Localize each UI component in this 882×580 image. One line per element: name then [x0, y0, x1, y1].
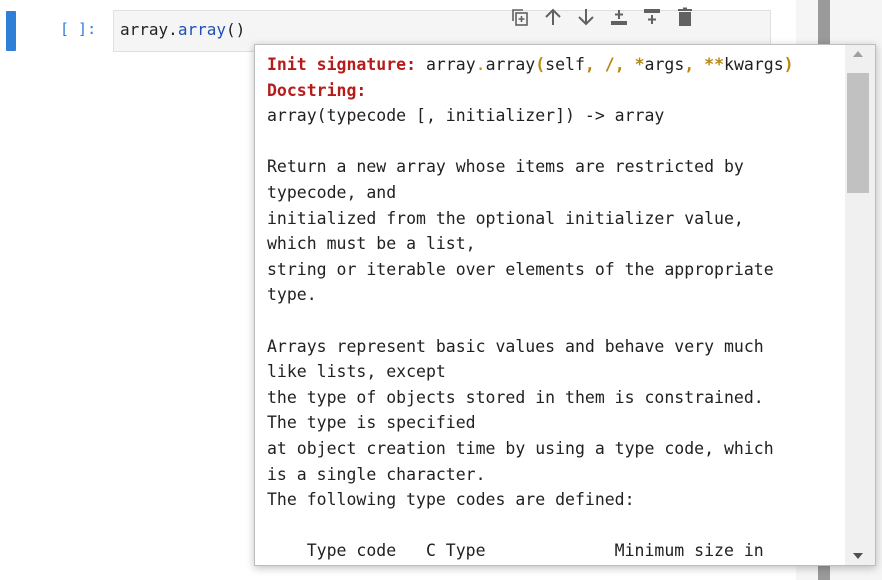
docstring-line: The type is specified	[267, 413, 476, 433]
docstring-line	[267, 513, 847, 539]
copy-cell-icon	[511, 9, 528, 26]
signature-open-paren: (	[535, 55, 546, 74]
code-object: array	[120, 20, 169, 39]
signature-function: array	[485, 55, 536, 74]
insert-below-icon	[643, 9, 660, 24]
delete-cell-button[interactable]	[670, 5, 699, 29]
docstring-line: at object creation time by using a type …	[267, 438, 774, 458]
code-parens: ()	[225, 20, 246, 39]
signature-label: Init signature:	[267, 55, 417, 74]
scroll-up-arrow-icon[interactable]	[853, 51, 863, 57]
code-dot: .	[168, 20, 178, 39]
duplicate-cell-button[interactable]	[505, 5, 534, 29]
code-text: array.array()	[120, 20, 245, 39]
docstring-line: string or iterable over elements of the …	[267, 259, 774, 279]
signature-star: *	[634, 55, 645, 74]
cell-toolbar	[505, 5, 699, 29]
docstring-line: Arrays represent basic values and behave…	[267, 336, 764, 356]
docstring-line: like lists, except	[267, 362, 446, 382]
docstring-line: typecode, and	[267, 182, 397, 202]
tooltip-scrollbar-thumb[interactable]	[847, 73, 869, 193]
inspector-tooltip[interactable]: Init signature: array.array(self, /, *ar…	[254, 44, 876, 566]
signature-comma: ,	[684, 55, 695, 74]
active-cell-indicator	[6, 11, 16, 51]
signature-double-star: **	[704, 55, 725, 74]
docstring-line: is a single character.	[267, 464, 486, 484]
docstring-line: the type of objects stored in them is co…	[267, 387, 764, 407]
docstring-line: array(typecode [, initializer]) -> array	[267, 106, 665, 126]
tooltip-scrollbar[interactable]	[845, 45, 875, 565]
scroll-down-arrow-icon[interactable]	[853, 553, 863, 559]
signature-line: Init signature: array.array(self, /, *ar…	[267, 52, 847, 78]
signature-args: args	[644, 55, 685, 74]
cell-prompt: [ ]:	[60, 20, 97, 38]
insert-above-button[interactable]	[604, 5, 633, 29]
delete-icon	[677, 7, 692, 26]
move-down-icon	[577, 9, 594, 26]
signature-self: self	[545, 55, 585, 74]
move-up-button[interactable]	[538, 5, 567, 29]
docstring-line: The following type codes are defined:	[267, 490, 635, 510]
tooltip-content: Init signature: array.array(self, /, *ar…	[267, 52, 847, 564]
insert-above-icon	[610, 10, 627, 25]
insert-below-button[interactable]	[637, 5, 666, 29]
docstring-line	[267, 308, 847, 334]
docstring-line: which must be a list,	[267, 234, 476, 254]
docstring-label: Docstring:	[267, 80, 367, 100]
docstring-line: type.	[267, 285, 317, 305]
signature-close-paren: )	[783, 55, 794, 74]
signature-kwargs: kwargs	[724, 55, 784, 74]
docstring-line: Return a new array whose items are restr…	[267, 157, 744, 177]
signature-comma: ,	[584, 55, 595, 74]
move-down-button[interactable]	[571, 5, 600, 29]
docstring-line	[267, 129, 847, 155]
signature-object: array	[425, 55, 476, 74]
code-function: array	[177, 20, 226, 39]
signature-comma: ,	[614, 55, 625, 74]
move-up-icon	[544, 8, 561, 25]
docstring-line: initialized from the optional initialize…	[267, 208, 744, 228]
signature-dot: .	[475, 55, 486, 74]
docstring-line: Type code C Type Minimum size in	[267, 541, 764, 561]
signature-slash: /	[604, 55, 615, 74]
